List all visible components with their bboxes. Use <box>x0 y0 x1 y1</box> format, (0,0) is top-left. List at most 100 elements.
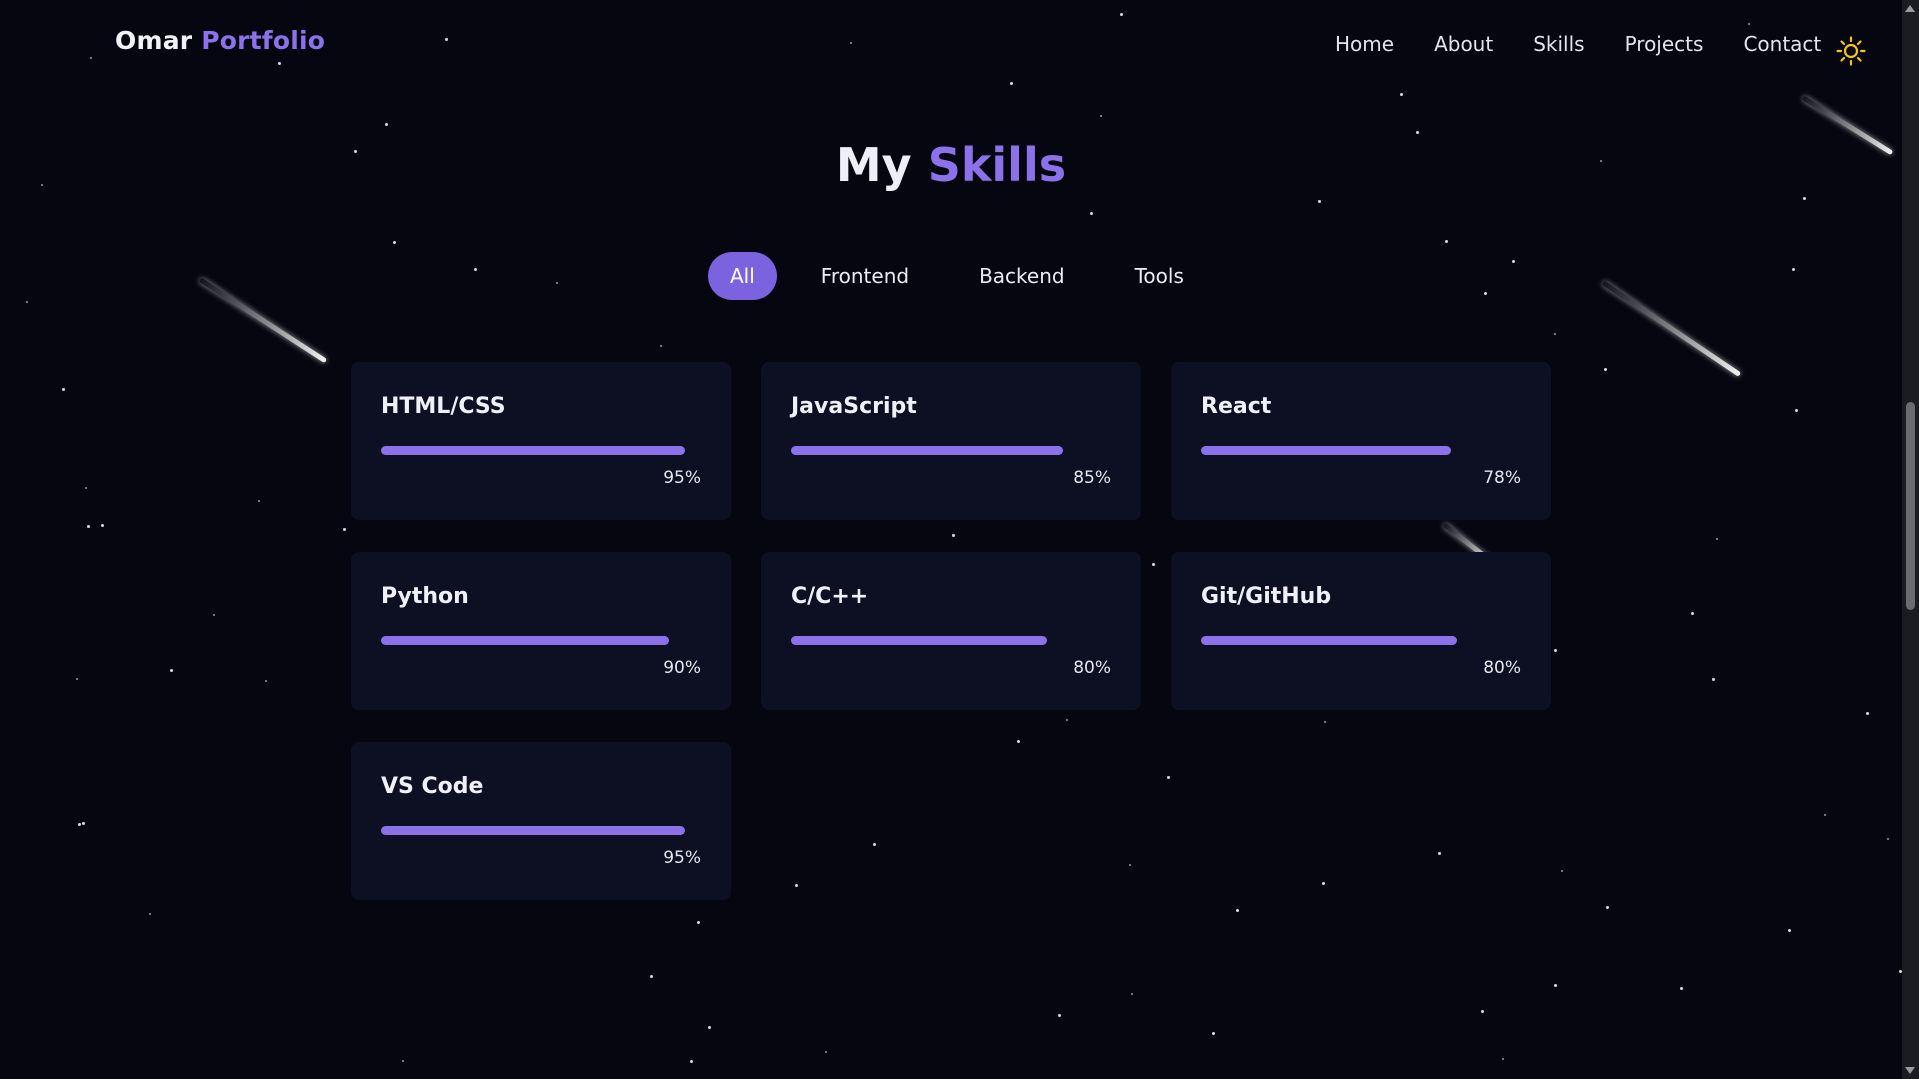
skill-percent: 85% <box>1073 468 1111 488</box>
skill-progress-fill <box>381 446 685 455</box>
star <box>1604 368 1607 371</box>
star <box>1554 649 1557 652</box>
star <box>1416 131 1419 134</box>
theme-toggle-button[interactable] <box>1836 36 1866 66</box>
star <box>385 123 388 126</box>
star <box>1236 909 1239 912</box>
logo-first-word: Omar <box>115 26 193 55</box>
nav-link-contact[interactable]: Contact <box>1743 32 1821 56</box>
scroll-down-arrow-icon[interactable] <box>1905 1067 1915 1074</box>
star <box>1066 719 1068 721</box>
page: Omar Portfolio Home About Skills Project… <box>0 0 1919 1079</box>
site-logo[interactable]: Omar Portfolio <box>115 26 325 55</box>
section-title-first: My <box>835 138 912 192</box>
star <box>1680 987 1683 990</box>
star <box>213 614 215 616</box>
star <box>1512 260 1515 263</box>
star <box>1438 852 1441 855</box>
star <box>87 525 90 528</box>
skill-card: C/C++ 80% <box>761 552 1141 710</box>
scroll-up-arrow-icon[interactable] <box>1905 5 1915 12</box>
star <box>952 534 955 537</box>
star <box>690 1060 693 1063</box>
star <box>82 822 85 825</box>
skill-name: HTML/CSS <box>381 394 506 419</box>
nav-link-about[interactable]: About <box>1434 32 1493 56</box>
skill-progress-fill <box>791 636 1047 645</box>
star <box>78 823 81 826</box>
skill-name: React <box>1201 394 1272 419</box>
star <box>1017 740 1020 743</box>
skill-progress-fill <box>1201 446 1451 455</box>
skill-name: C/C++ <box>791 584 869 609</box>
scrollbar-thumb[interactable] <box>1906 402 1915 610</box>
star <box>556 282 558 284</box>
star <box>393 241 396 244</box>
star <box>1502 1058 1504 1060</box>
skill-card: JavaScript 85% <box>761 362 1141 520</box>
star <box>708 1026 711 1029</box>
star <box>1554 333 1556 335</box>
nav-link-skills[interactable]: Skills <box>1533 32 1584 56</box>
star <box>343 528 346 531</box>
skill-name: VS Code <box>381 774 484 799</box>
star <box>697 921 700 924</box>
skill-name: Git/GitHub <box>1201 584 1332 609</box>
star <box>170 669 173 672</box>
star <box>1129 864 1131 866</box>
star <box>265 680 267 682</box>
star <box>1167 776 1170 779</box>
star <box>1803 197 1806 200</box>
nav-link-projects[interactable]: Projects <box>1625 32 1704 56</box>
skill-card: HTML/CSS 95% <box>351 362 731 520</box>
skill-name: JavaScript <box>791 394 917 419</box>
logo-second-word: Portfolio <box>201 26 326 55</box>
skill-progress-fill <box>791 446 1063 455</box>
star <box>873 843 876 846</box>
star <box>650 975 653 978</box>
skill-progress-bar <box>791 636 1111 645</box>
star <box>1795 409 1798 412</box>
shooting-star <box>1601 280 1742 377</box>
star <box>1716 538 1718 540</box>
star <box>402 1060 404 1062</box>
skill-percent: 78% <box>1483 468 1521 488</box>
section-title: My Skills <box>0 138 1902 192</box>
star <box>1100 115 1102 117</box>
star <box>1400 93 1403 96</box>
skill-percent: 95% <box>663 468 701 488</box>
vertical-scrollbar[interactable] <box>1902 0 1919 1079</box>
star <box>1212 1032 1215 1035</box>
star <box>1691 612 1694 615</box>
skill-name: Python <box>381 584 469 609</box>
shooting-star <box>198 277 328 364</box>
star <box>1887 838 1889 840</box>
skill-card: VS Code 95% <box>351 742 731 900</box>
star <box>1318 200 1321 203</box>
star <box>1554 984 1557 987</box>
skill-progress-bar <box>381 826 701 835</box>
star <box>85 487 87 489</box>
star <box>1322 882 1325 885</box>
skill-filter-bar: All Frontend Backend Tools <box>708 252 1228 300</box>
skill-progress-bar <box>1201 446 1521 455</box>
star <box>101 524 104 527</box>
filter-backend-button[interactable]: Backend <box>953 252 1091 300</box>
star <box>62 388 65 391</box>
star <box>1788 929 1791 932</box>
star <box>1324 721 1326 723</box>
star <box>1712 678 1715 681</box>
filter-all-button[interactable]: All <box>708 252 777 300</box>
star <box>1131 993 1133 995</box>
star <box>1484 292 1487 295</box>
star <box>1058 1014 1061 1017</box>
skill-progress-bar <box>381 446 701 455</box>
star <box>76 678 78 680</box>
nav-link-home[interactable]: Home <box>1335 32 1394 56</box>
skill-progress-bar <box>381 636 701 645</box>
skill-progress-fill <box>381 636 669 645</box>
section-title-second: Skills <box>927 138 1067 192</box>
filter-tools-button[interactable]: Tools <box>1109 252 1210 300</box>
filter-frontend-button[interactable]: Frontend <box>795 252 935 300</box>
star <box>660 345 662 347</box>
